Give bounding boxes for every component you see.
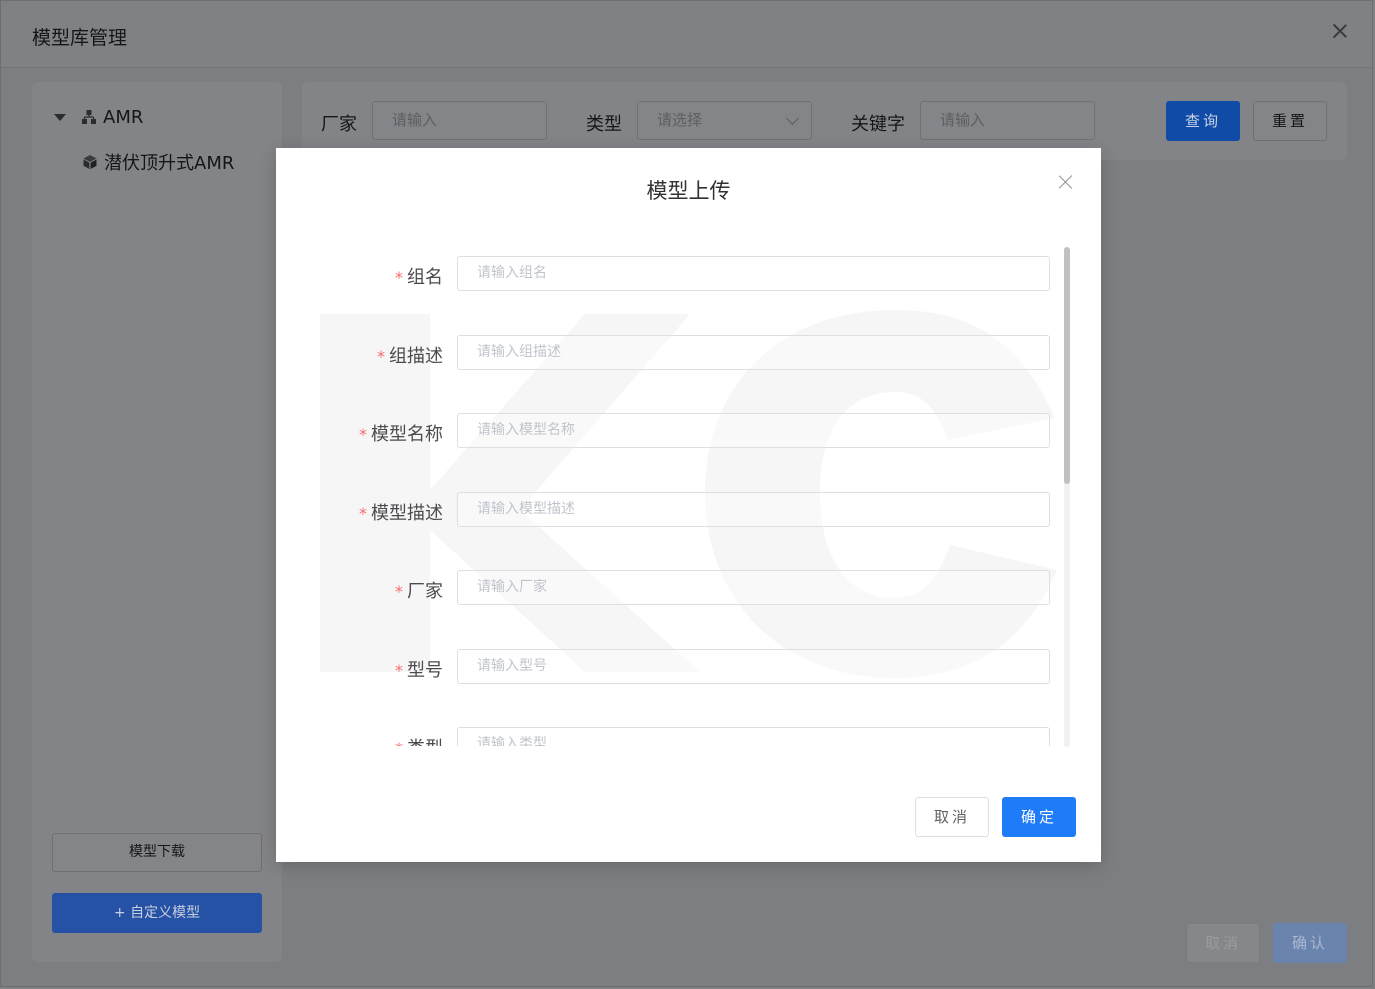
model-number-input[interactable]: 请输入型号 xyxy=(457,649,1050,684)
chevron-down-icon xyxy=(786,112,799,125)
dialog-cancel-button[interactable]: 取消 xyxy=(915,797,989,837)
form-row-type: * 类型 请输入类型 xyxy=(276,727,1101,746)
model-description-input[interactable]: 请输入模型描述 xyxy=(457,492,1050,527)
required-mark: * xyxy=(395,739,403,746)
field-label: * 厂家 xyxy=(395,577,443,603)
form-row-group-name: * 组名 请输入组名 xyxy=(276,256,1101,292)
form-row-vendor: * 厂家 请输入厂家 xyxy=(276,570,1101,606)
model-download-button[interactable]: 模型下载 xyxy=(52,833,262,872)
required-mark: * xyxy=(395,582,403,601)
form-row-model-desc: * 模型描述 请输入模型描述 xyxy=(276,492,1101,528)
caret-down-icon[interactable] xyxy=(54,113,66,121)
field-label: * 类型 xyxy=(395,734,443,746)
field-label: * 模型描述 xyxy=(359,499,443,525)
type-input[interactable]: 请输入类型 xyxy=(457,727,1050,746)
form-scrollbar-thumb[interactable] xyxy=(1064,247,1070,484)
field-label-text: 型号 xyxy=(407,660,443,681)
group-name-input[interactable]: 请输入组名 xyxy=(457,256,1050,291)
required-mark: * xyxy=(359,504,367,523)
field-label: * 型号 xyxy=(395,656,443,682)
query-button[interactable]: 查询 xyxy=(1166,101,1240,141)
vendor-label: 厂家 xyxy=(321,114,357,135)
keyword-label: 关键字 xyxy=(851,114,905,135)
group-description-input[interactable]: 请输入组描述 xyxy=(457,335,1050,370)
window-confirm-button[interactable]: 确认 xyxy=(1273,923,1347,963)
form-row-group-desc: * 组描述 请输入组描述 xyxy=(276,335,1101,371)
upload-form: * 组名 请输入组名 * 组描述 请输入组描述 * 模型名称 请输入模型名称 * 模型描… xyxy=(276,236,1101,746)
required-mark: * xyxy=(395,268,403,287)
field-label: * 组描述 xyxy=(377,342,443,368)
field-label-text: 组名 xyxy=(407,267,443,288)
tree-node-latent-jacking-amr[interactable]: 潜伏顶升式AMR xyxy=(82,149,234,175)
keyword-search-input[interactable]: 请输入 xyxy=(920,101,1095,140)
model-upload-dialog: 模型上传 * 组名 请输入组名 * 组描述 请输入组描述 * 模型名称 请输入模型名称… xyxy=(276,148,1101,862)
vendor-input[interactable]: 请输入厂家 xyxy=(457,570,1050,605)
form-row-model-name: * 模型名称 请输入模型名称 xyxy=(276,413,1101,449)
form-row-model-number: * 型号 请输入型号 xyxy=(276,649,1101,685)
field-label-text: 模型描述 xyxy=(371,503,443,524)
field-label-text: 模型名称 xyxy=(371,424,443,445)
type-select[interactable]: 请选择 xyxy=(637,101,812,140)
tree-node-label: 潜伏顶升式AMR xyxy=(104,153,235,174)
type-select-placeholder: 请选择 xyxy=(657,111,703,129)
window-title: 模型库管理 xyxy=(32,27,128,49)
reset-button[interactable]: 重置 xyxy=(1253,101,1327,141)
field-label: * 模型名称 xyxy=(359,420,443,446)
dialog-close-icon[interactable] xyxy=(1058,174,1074,190)
window-cancel-button[interactable]: 取消 xyxy=(1186,923,1260,963)
tree-node-label: AMR xyxy=(103,106,144,128)
tree-node-amr[interactable]: AMR xyxy=(54,104,143,130)
field-label-text: 厂家 xyxy=(407,581,443,602)
custom-model-button[interactable]: + 自定义模型 xyxy=(52,893,262,933)
cube-icon xyxy=(83,155,97,169)
dialog-confirm-button[interactable]: 确定 xyxy=(1002,797,1076,837)
window-header: 模型库管理 xyxy=(1,1,1372,68)
type-label: 类型 xyxy=(586,114,622,135)
dialog-title: 模型上传 xyxy=(646,179,731,203)
vendor-search-input[interactable]: 请输入 xyxy=(372,101,547,140)
field-label-text: 组描述 xyxy=(389,346,443,367)
required-mark: * xyxy=(359,425,367,444)
model-name-input[interactable]: 请输入模型名称 xyxy=(457,413,1050,448)
model-tree-panel: AMR 潜伏顶升式AMR 模型下载 + 自定义模型 xyxy=(32,82,282,962)
field-label: * 组名 xyxy=(395,263,443,289)
required-mark: * xyxy=(395,661,403,680)
required-mark: * xyxy=(377,347,385,366)
org-chart-icon xyxy=(82,110,96,124)
field-label-text: 类型 xyxy=(407,738,443,746)
window-close-icon[interactable] xyxy=(1330,21,1350,41)
